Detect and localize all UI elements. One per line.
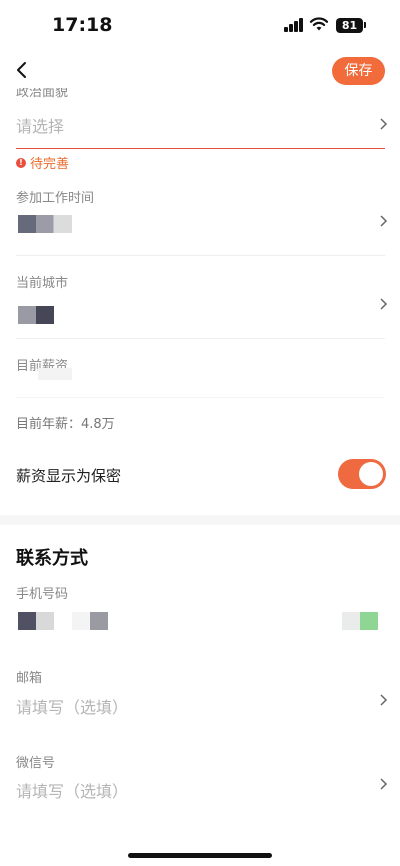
error-underline bbox=[16, 148, 385, 149]
annual-salary-text: 目前年薪：4.8万 bbox=[16, 417, 115, 432]
section-separator bbox=[0, 515, 400, 525]
contact-section-title: 联系方式 bbox=[16, 548, 88, 569]
divider bbox=[16, 397, 385, 398]
work-start-time-label: 参加工作时间 bbox=[16, 191, 95, 206]
current-city-row[interactable] bbox=[0, 292, 400, 332]
back-button[interactable] bbox=[10, 58, 34, 82]
current-salary-value bbox=[38, 368, 72, 380]
signal-icon bbox=[284, 18, 304, 32]
salary-private-toggle[interactable] bbox=[338, 459, 386, 489]
phone-verified-badge bbox=[342, 612, 378, 630]
email-placeholder: 请填写（选填） bbox=[16, 698, 129, 717]
political-status-placeholder: 请选择 bbox=[16, 117, 65, 136]
chevron-right-icon bbox=[380, 778, 388, 790]
email-row[interactable]: 请填写（选填） bbox=[0, 688, 400, 722]
toggle-knob bbox=[359, 462, 383, 486]
divider bbox=[16, 255, 385, 256]
work-start-time-value bbox=[18, 215, 72, 233]
phone-value-part1 bbox=[18, 612, 54, 630]
chevron-right-icon bbox=[380, 694, 388, 706]
incomplete-warning-text: 待完善 bbox=[30, 157, 70, 172]
email-label: 邮箱 bbox=[16, 671, 43, 686]
wechat-placeholder: 请填写（选填） bbox=[16, 782, 129, 801]
phone-label: 手机号码 bbox=[16, 587, 69, 602]
wechat-label: 微信号 bbox=[16, 756, 56, 771]
battery-icon: 81 bbox=[336, 18, 363, 33]
chevron-left-icon bbox=[17, 62, 26, 78]
chevron-right-icon bbox=[380, 118, 388, 130]
wifi-icon bbox=[309, 16, 329, 32]
political-status-row[interactable]: 请选择 bbox=[0, 106, 400, 142]
wechat-row[interactable]: 请填写（选填） bbox=[0, 772, 400, 806]
status-time: 17:18 bbox=[52, 14, 113, 36]
political-status-label: 政治面貌 bbox=[16, 88, 69, 100]
phone-row[interactable] bbox=[0, 605, 400, 639]
divider bbox=[16, 338, 385, 339]
current-city-value bbox=[18, 306, 54, 324]
home-indicator bbox=[128, 853, 272, 858]
phone-value-part2 bbox=[72, 612, 108, 630]
work-start-time-row[interactable] bbox=[0, 205, 400, 245]
save-button[interactable]: 保存 bbox=[332, 57, 385, 85]
chevron-right-icon bbox=[380, 298, 388, 310]
battery-cap bbox=[364, 22, 366, 28]
incomplete-warning: ! 待完善 bbox=[16, 153, 69, 172]
chevron-right-icon bbox=[380, 215, 388, 227]
current-city-label: 当前城市 bbox=[16, 276, 69, 291]
salary-private-label: 薪资显示为保密 bbox=[16, 467, 122, 485]
alert-icon: ! bbox=[16, 157, 26, 168]
